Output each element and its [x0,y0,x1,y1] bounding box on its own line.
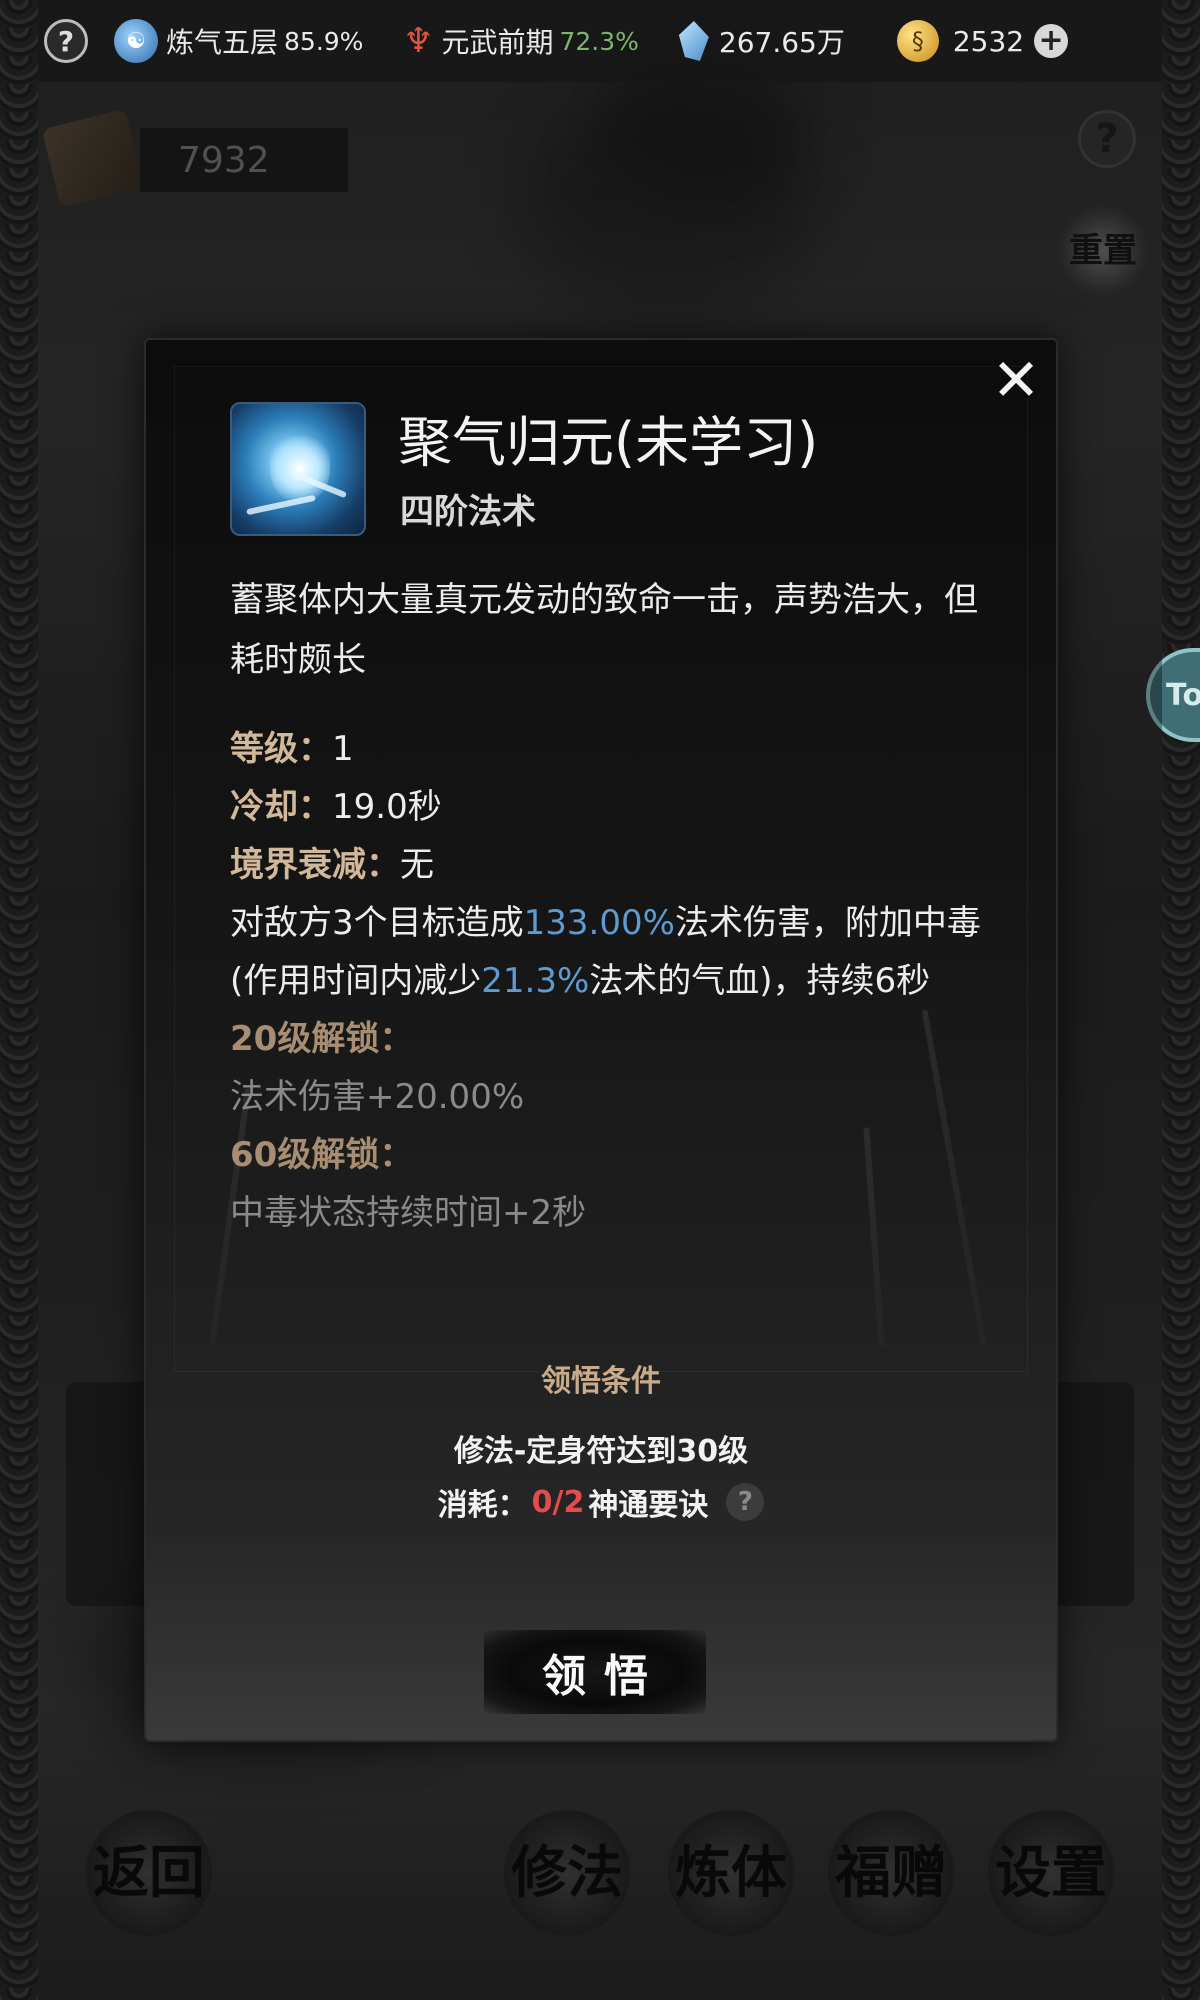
spirit-stone-amount: 267.65万 [718,26,845,59]
weapon-label: 元武前期 [441,26,554,59]
realm-decay-row: 境界衰减：无 [230,836,990,894]
crystal-icon [678,21,709,61]
condition-requirement: 修法-定身符达到30级 [453,1434,749,1469]
condition-cost: 消耗： 0/2 神通要诀 ? [146,1480,1056,1524]
condition-title: 领悟条件 [541,1364,661,1399]
cooldown-row: 冷却：19.0秒 [230,778,990,836]
cooldown-value: 19.0秒 [332,787,442,827]
right-border-pattern [1162,0,1200,2000]
help-button[interactable]: ? [44,19,96,63]
cost-value: 0/2 [531,1484,585,1520]
realm-decay-value: 无 [400,845,434,885]
unlock-60-row: 60级解锁： [230,1126,990,1184]
level-value: 1 [332,729,354,769]
left-border-pattern [0,0,38,2000]
unlock-60-value: 中毒状态持续时间+2秒 [230,1193,587,1233]
skill-detail-modal: ✕ 聚气归元(未学习) 四阶法术 蓄聚体内大量真元发动的致命一击，声势浩大，但耗… [144,338,1058,1742]
question-icon[interactable]: ? [44,19,88,63]
unlock-60-label: 60级解锁： [230,1135,414,1175]
spirit-stone-balance: 267.65万 [678,21,845,61]
realm-progress: ☯ 炼气五层 85.9% [114,19,363,63]
skill-rank: 四阶法术 [400,492,536,532]
skill-effect: 对敌方3个目标造成133.00%法术伤害，附加中毒(作用时间内减少21.3%法术… [230,894,990,1010]
status-bar: ? ☯ 炼气五层 85.9% ♆ 元武前期 72.3% 267.65万 § 25… [38,0,1162,82]
trident-icon: ♆ [403,21,434,61]
skill-icon [230,402,366,536]
level-label: 等级： [230,729,332,769]
cost-label: 消耗： [437,1488,528,1523]
learn-button[interactable]: 领悟 [484,1630,706,1714]
unlock-60-value-row: 中毒状态持续时间+2秒 [230,1184,990,1242]
taiji-icon: ☯ [114,19,158,63]
weapon-progress: ♆ 元武前期 72.3% [403,21,639,61]
coin-icon: § [896,20,939,62]
effect-text-1: 对敌方3个目标造成 [230,903,524,943]
effect-poison-value: 21.3% [481,961,590,1001]
unlock-20-row: 20级解锁： [230,1010,990,1068]
unlock-20-value: 法术伤害+20.00% [230,1077,525,1117]
realm-percent: 85.9% [284,26,364,56]
gold-balance: § 2532 + [896,20,1069,62]
close-button[interactable]: ✕ [990,351,1042,409]
effect-text-3: 法术的气血)，持续6秒 [589,961,931,1001]
cooldown-label: 冷却： [230,787,332,827]
level-row: 等级：1 [230,720,990,778]
cost-item: 神通要诀 [588,1488,709,1523]
skill-title: 聚气归元(未学习) [398,411,819,474]
close-icon[interactable]: ✕ [992,351,1041,409]
weapon-percent: 72.3% [559,26,639,56]
skill-stats: 等级：1 冷却：19.0秒 境界衰减：无 对敌方3个目标造成133.00%法术伤… [230,720,990,1242]
add-gold-icon[interactable]: + [1034,24,1069,58]
unlock-20-label: 20级解锁： [230,1019,414,1059]
skill-description: 蓄聚体内大量真元发动的致命一击，声势浩大，但耗时颇长 [230,580,978,680]
realm-decay-label: 境界衰减： [230,845,400,885]
cost-help-icon[interactable]: ? [726,1483,765,1521]
unlock-20-value-row: 法术伤害+20.00% [230,1068,990,1126]
effect-damage-value: 133.00% [523,903,675,943]
realm-label: 炼气五层 [166,26,279,59]
gold-amount: 2532 [952,24,1025,58]
